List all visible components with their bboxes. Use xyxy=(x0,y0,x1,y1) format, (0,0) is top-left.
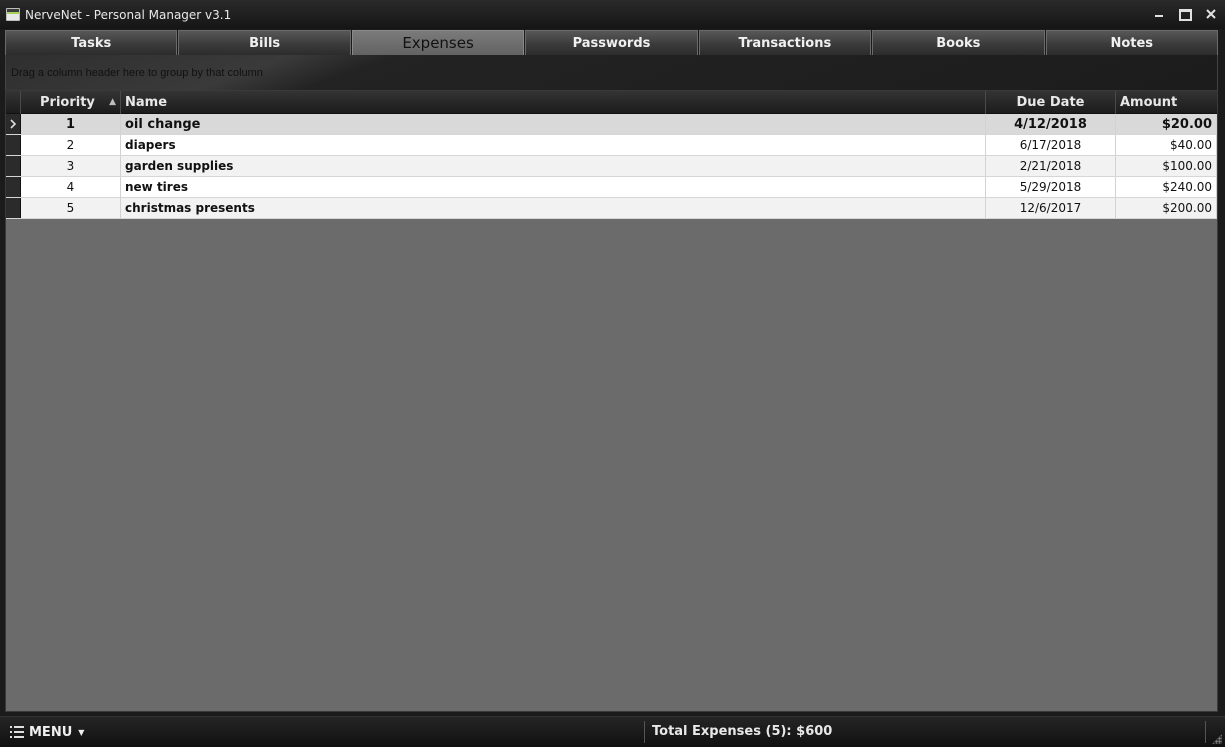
table-row[interactable]: 4 new tires 5/29/2018 $240.00 xyxy=(6,177,1217,198)
title-bar[interactable]: NerveNet - Personal Manager v3.1 xyxy=(0,0,1225,29)
cell-name: diapers xyxy=(121,135,986,155)
tab-passwords[interactable]: Passwords xyxy=(525,30,698,55)
cell-name: garden supplies xyxy=(121,156,986,176)
caret-down-icon: ▼ xyxy=(78,727,85,737)
row-indicator xyxy=(6,198,21,218)
close-icon[interactable] xyxy=(1205,6,1217,20)
cell-due-date: 2/21/2018 xyxy=(986,156,1116,176)
cell-due-date: 4/12/2018 xyxy=(986,114,1116,134)
cell-priority: 5 xyxy=(21,198,121,218)
header-due-date-label: Due Date xyxy=(1016,95,1085,110)
header-name[interactable]: Name xyxy=(121,91,986,114)
header-priority-label: Priority xyxy=(40,95,95,110)
tab-bar: Tasks Bills Expenses Passwords Transacti… xyxy=(5,30,1218,55)
cell-amount: $20.00 xyxy=(1116,114,1217,134)
cell-due-date: 12/6/2017 xyxy=(986,198,1116,218)
cell-priority: 4 xyxy=(21,177,121,197)
header-row-indicator xyxy=(6,91,21,114)
status-divider xyxy=(1205,721,1206,743)
status-divider xyxy=(644,721,645,743)
sort-ascending-icon: ▲ xyxy=(109,97,116,107)
window-title: NerveNet - Personal Manager v3.1 xyxy=(25,7,232,22)
window-controls xyxy=(1153,6,1217,20)
app-icon xyxy=(6,8,20,21)
tab-notes[interactable]: Notes xyxy=(1045,30,1218,55)
group-by-panel[interactable]: Drag a column header here to group by th… xyxy=(5,55,1218,90)
tab-tasks[interactable]: Tasks xyxy=(5,30,178,55)
cell-amount: $200.00 xyxy=(1116,198,1217,218)
chevron-right-icon xyxy=(6,114,21,134)
cell-due-date: 5/29/2018 xyxy=(986,177,1116,197)
header-amount[interactable]: Amount xyxy=(1116,91,1217,114)
header-name-label: Name xyxy=(125,95,168,110)
group-by-hint: Drag a column header here to group by th… xyxy=(11,67,263,79)
cell-priority: 2 xyxy=(21,135,121,155)
menu-label: MENU xyxy=(29,724,73,740)
table-row[interactable]: 3 garden supplies 2/21/2018 $100.00 xyxy=(6,156,1217,177)
header-amount-label: Amount xyxy=(1120,95,1178,110)
header-priority[interactable]: Priority ▲ xyxy=(21,91,121,114)
cell-amount: $100.00 xyxy=(1116,156,1217,176)
tab-books[interactable]: Books xyxy=(872,30,1045,55)
row-indicator xyxy=(6,135,21,155)
grid-header: Priority ▲ Name Due Date Amount xyxy=(6,91,1217,114)
cell-amount: $40.00 xyxy=(1116,135,1217,155)
cell-due-date: 6/17/2018 xyxy=(986,135,1116,155)
table-row[interactable]: 2 diapers 6/17/2018 $40.00 xyxy=(6,135,1217,156)
row-indicator xyxy=(6,156,21,176)
cell-name: new tires xyxy=(121,177,986,197)
table-row[interactable]: 1 oil change 4/12/2018 $20.00 xyxy=(6,114,1217,135)
tab-bills[interactable]: Bills xyxy=(178,30,351,55)
status-bar: MENU ▼ Total Expenses (5): $600 xyxy=(0,716,1225,747)
row-indicator xyxy=(6,177,21,197)
cell-priority: 3 xyxy=(21,156,121,176)
minimize-icon[interactable] xyxy=(1153,6,1165,20)
expenses-grid[interactable]: Priority ▲ Name Due Date Amount 1 oil ch… xyxy=(5,90,1218,712)
resize-grip-icon[interactable] xyxy=(1212,734,1222,744)
cell-name: christmas presents xyxy=(121,198,986,218)
menu-button[interactable]: MENU ▼ xyxy=(10,722,84,742)
table-row[interactable]: 5 christmas presents 12/6/2017 $200.00 xyxy=(6,198,1217,219)
cell-amount: $240.00 xyxy=(1116,177,1217,197)
header-due-date[interactable]: Due Date xyxy=(986,91,1116,114)
grid-rows: 1 oil change 4/12/2018 $20.00 2 diapers … xyxy=(6,114,1217,219)
total-expenses: Total Expenses (5): $600 xyxy=(652,724,833,739)
tab-expenses[interactable]: Expenses xyxy=(351,30,525,55)
cell-name: oil change xyxy=(121,114,986,134)
list-icon xyxy=(10,726,24,738)
tab-transactions[interactable]: Transactions xyxy=(698,30,872,55)
cell-priority: 1 xyxy=(21,114,121,134)
maximize-icon[interactable] xyxy=(1179,6,1191,20)
